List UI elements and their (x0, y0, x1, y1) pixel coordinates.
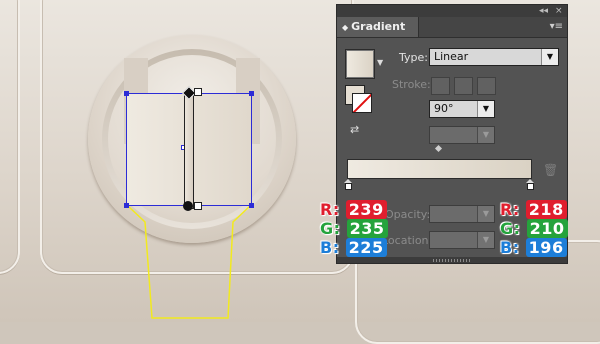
gradient-swatch[interactable] (345, 49, 375, 79)
tab-gradient-label: Gradient (351, 20, 406, 33)
left-blue-row: B: 225 (320, 238, 388, 257)
right-green-label: G: (500, 219, 521, 238)
stroke-within-button[interactable] (431, 77, 450, 95)
right-green-row: G: 210 (500, 219, 568, 238)
gradient-annotator-origin-dot[interactable] (183, 201, 193, 211)
chevron-down-icon: ▼ (541, 49, 558, 65)
selection-handle-bottom-left[interactable] (124, 203, 129, 208)
gradient-annotator-end-square[interactable] (194, 88, 202, 96)
left-green-label: G: (320, 219, 341, 238)
selection-handle-top-right[interactable] (249, 91, 254, 96)
right-stop-rgb-readout: R: 218 G: 210 B: 196 (500, 200, 568, 257)
gradient-annotator-origin-square[interactable] (194, 202, 202, 210)
chevron-down-icon: ▼ (477, 127, 494, 143)
resize-grip[interactable] (433, 259, 471, 262)
opacity-label: Opacity: (385, 208, 431, 221)
stroke-along-button[interactable] (454, 77, 473, 95)
right-blue-value: 196 (525, 238, 567, 257)
right-blue-label: B: (500, 238, 520, 257)
reverse-gradient-icon[interactable]: ⇄ (350, 123, 366, 137)
aspect-ratio-field: ▼ (429, 126, 495, 144)
chevron-down-icon: ▼ (477, 101, 494, 117)
right-red-row: R: 218 (500, 200, 568, 219)
left-blue-label: B: (320, 238, 340, 257)
chevron-down-icon: ▼ (477, 206, 494, 222)
gradient-slider[interactable] (347, 159, 532, 179)
location-field: ▼ (429, 231, 495, 249)
stroke-label: Stroke: (392, 78, 431, 91)
right-green-value: 210 (526, 219, 568, 238)
stroke-across-button[interactable] (477, 77, 496, 95)
type-select-value: Linear (434, 50, 469, 63)
location-label: Location: (382, 234, 433, 247)
color-stop-right[interactable] (526, 179, 534, 190)
angle-value: 90° (434, 102, 454, 115)
left-stop-rgb-readout: R: 239 G: 235 B: 225 (320, 200, 388, 257)
right-blue-row: B: 196 (500, 238, 568, 257)
left-green-value: 235 (346, 219, 388, 238)
chevron-down-icon[interactable]: ▼ (377, 58, 383, 67)
gradient-annotator-bar[interactable] (184, 91, 194, 209)
tab-toggle-icon: ◆ (342, 23, 349, 32)
left-red-row: R: 239 (320, 200, 388, 219)
stroke-swatch-none[interactable] (352, 93, 372, 113)
chevron-down-icon: ▼ (477, 232, 494, 248)
selection-handle-bottom-right[interactable] (249, 203, 254, 208)
close-icon[interactable]: × (555, 5, 563, 17)
selection-handle-top-left[interactable] (124, 91, 129, 96)
type-select[interactable]: Linear ▼ (429, 48, 559, 66)
opacity-field: ▼ (429, 205, 495, 223)
panel-tab-row: ◆ Gradient ▾≡ (337, 17, 567, 38)
trash-icon: 🗑 (543, 163, 559, 177)
right-red-value: 218 (525, 200, 567, 219)
angle-field[interactable]: 90° ▼ (429, 100, 495, 118)
left-red-value: 239 (345, 200, 387, 219)
tab-gradient[interactable]: ◆ Gradient (337, 17, 419, 37)
collapse-icon[interactable]: ◂◂ (539, 5, 548, 17)
left-red-label: R: (320, 200, 340, 219)
type-label: Type: (399, 51, 428, 64)
right-red-label: R: (500, 200, 520, 219)
left-blue-value: 225 (345, 238, 387, 257)
color-stop-left[interactable] (344, 179, 352, 190)
midpoint-diamond[interactable] (434, 144, 443, 153)
panel-top-bar[interactable]: ◂◂ × (337, 5, 567, 17)
hamburger-menu-icon[interactable]: ▾≡ (550, 21, 563, 32)
left-green-row: G: 235 (320, 219, 388, 238)
